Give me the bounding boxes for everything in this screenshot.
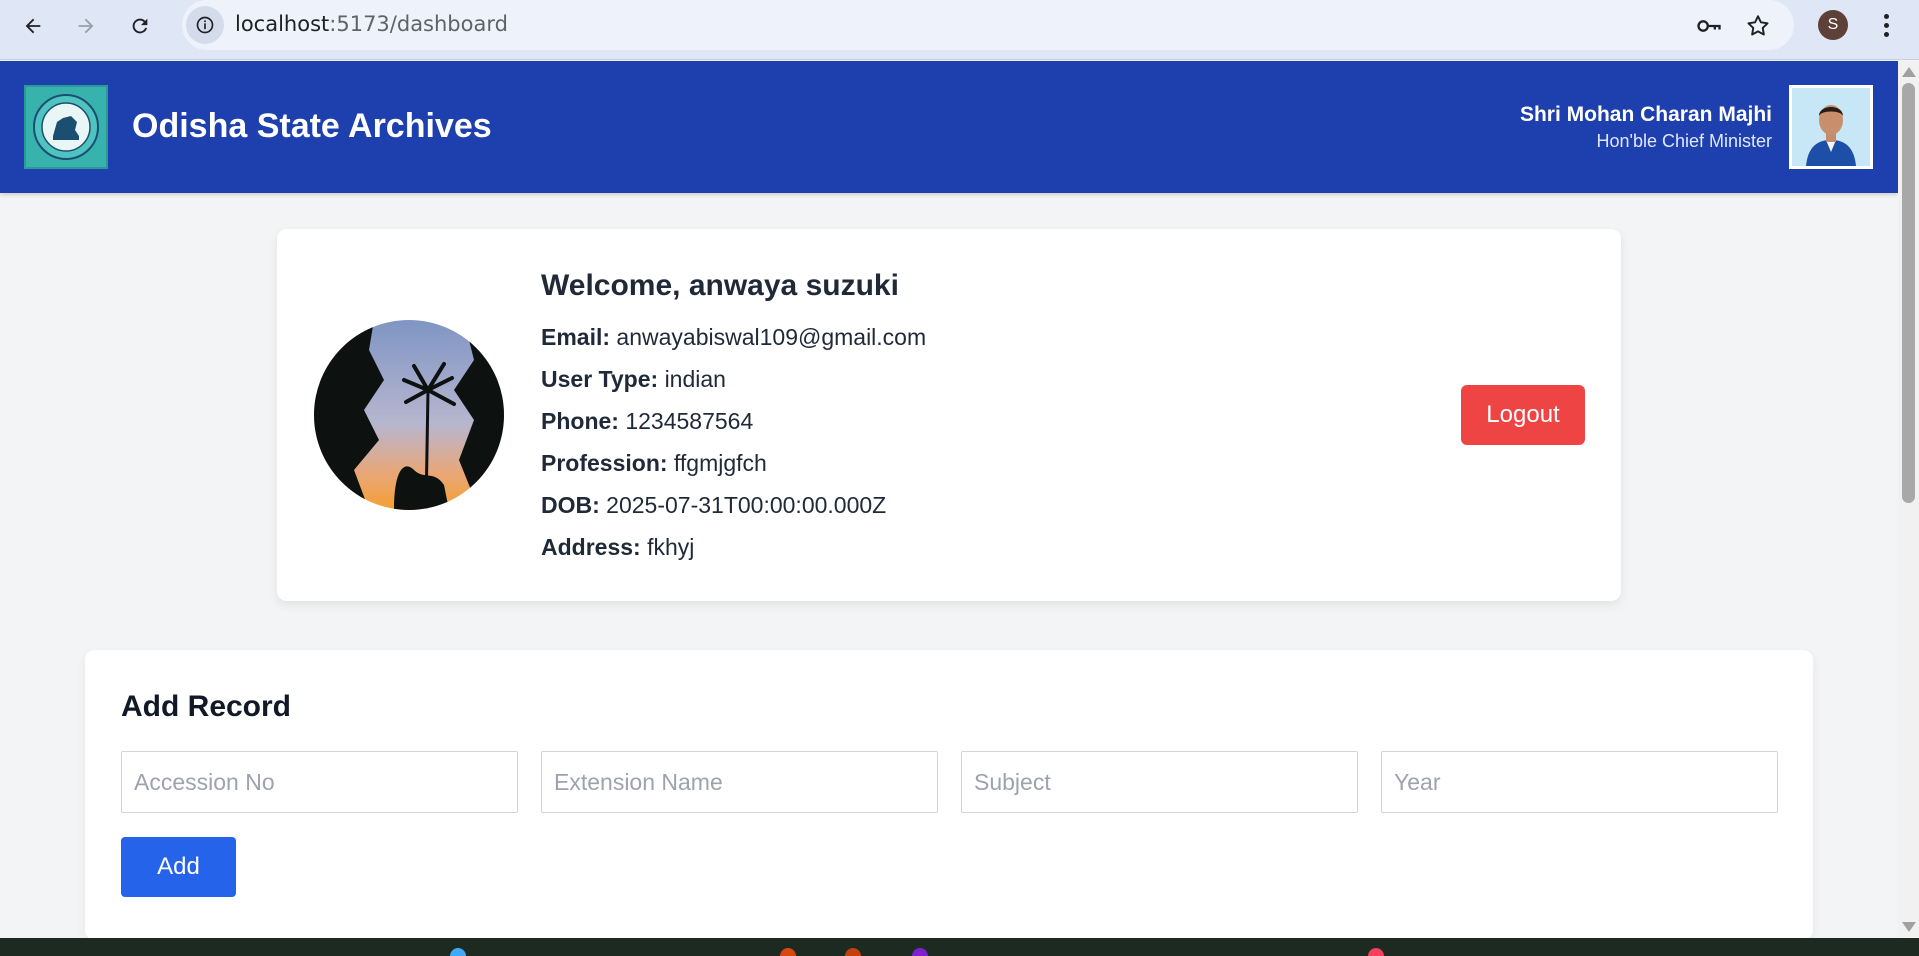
user-type-value: indian [664,366,726,392]
reload-icon [132,18,148,34]
chief-minister-role: Hon'ble Chief Minister [1596,131,1772,151]
dob-row: DOB: 2025-07-31T00:00:00.000Z [541,492,886,519]
taskbar-app-icon[interactable] [450,948,466,956]
taskbar-app-icon[interactable] [1368,948,1384,956]
year-input[interactable] [1381,751,1778,813]
accession-no-input[interactable] [121,751,518,813]
url-text[interactable]: localhost:5173/dashboard [235,12,508,36]
bookmark-star-icon[interactable] [1742,10,1774,42]
site-header: Odisha State Archives Shri Mohan Charan … [0,61,1898,193]
chief-minister-photo [1789,85,1873,169]
os-taskbar [0,938,1919,956]
browser-toolbar: localhost:5173/dashboard S [0,0,1919,60]
url-path: :5173/dashboard [329,12,508,36]
add-record-heading: Add Record [121,690,292,723]
url-host: localhost [235,12,330,36]
add-record-card: Add Record Add [85,650,1813,940]
scroll-up-arrow-icon[interactable] [1902,67,1916,77]
logout-button[interactable]: Logout [1461,385,1585,445]
taskbar-app-icon[interactable] [780,948,796,956]
address-value: fkhyj [647,534,695,560]
phone-value: 1234587564 [625,408,754,434]
profession-row: Profession: ffgmjgfch [541,450,767,477]
taskbar-app-icon[interactable] [845,948,861,956]
taskbar-app-icon[interactable] [912,948,928,956]
dob-value: 2025-07-31T00:00:00.000Z [606,492,887,518]
profile-avatar[interactable]: S [1818,10,1848,40]
add-record-button[interactable]: Add [121,837,236,897]
browser-menu-icon[interactable] [1876,10,1896,40]
user-profile-card: Welcome, anwaya suzuki Email: anwayabisw… [277,229,1621,601]
chief-minister-name: Shri Mohan Charan Majhi [1519,103,1772,126]
forward-button[interactable] [70,10,102,42]
odisha-emblem-logo [24,85,108,169]
password-key-icon[interactable] [1693,10,1725,42]
user-avatar [314,320,504,510]
email-value: anwayabiswal109@gmail.com [616,324,927,350]
address-label: Address: [541,534,641,560]
subject-input[interactable] [961,751,1358,813]
dob-label: DOB: [541,492,600,518]
profession-label: Profession: [541,450,668,476]
phone-label: Phone: [541,408,619,434]
back-arrow-icon [25,18,41,34]
page-scrollbar[interactable] [1898,61,1919,937]
user-type-label: User Type: [541,366,659,392]
profession-value: ffgmjgfch [673,450,767,476]
site-info-icon[interactable] [186,6,224,44]
back-button[interactable] [17,10,49,42]
welcome-heading: Welcome, anwaya suzuki [541,269,899,302]
user-type-row: User Type: indian [541,366,726,393]
email-row: Email: anwayabiswal109@gmail.com [541,324,926,351]
scroll-thumb[interactable] [1902,83,1915,503]
scroll-down-arrow-icon[interactable] [1902,922,1916,932]
address-row: Address: fkhyj [541,534,694,561]
forward-arrow-icon [78,18,94,34]
extension-name-input[interactable] [541,751,938,813]
reload-button[interactable] [124,10,156,42]
phone-row: Phone: 1234587564 [541,408,753,435]
site-title: Odisha State Archives [132,107,492,145]
email-label: Email: [541,324,611,350]
